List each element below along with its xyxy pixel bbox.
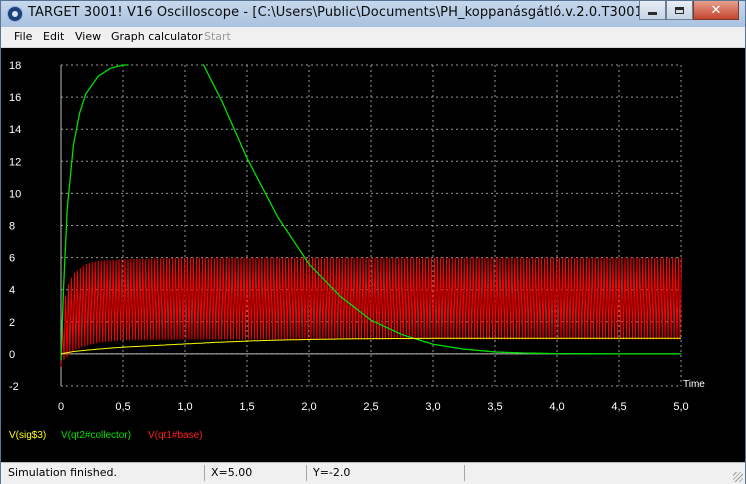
menu-bar: File Edit View Graph calculator Start	[1, 27, 745, 48]
x-tick-label: 4,0	[549, 401, 564, 413]
chart-svg[interactable]: 18 16 14 12 10 8 6 4 2 0 -2 0 0,5 1,0 1,5 2,0 2,5 3,0 3,5…	[1, 48, 745, 463]
minimize-icon	[648, 11, 657, 15]
y-tick-label: 4	[9, 285, 15, 297]
x-tick-label: 1,0	[177, 401, 192, 413]
menu-graph-calculator[interactable]: Graph calculator	[111, 30, 202, 43]
y-tick-label: 12	[9, 156, 21, 168]
legend-sig: V(sig$3)	[9, 430, 46, 441]
maximize-icon	[675, 6, 684, 14]
x-tick-label: 3,0	[425, 401, 440, 413]
status-separator	[204, 465, 205, 481]
minimize-button[interactable]	[639, 1, 666, 20]
legend-base: V(qt1#base)	[148, 430, 202, 441]
y-tick-label: 0	[9, 349, 15, 361]
x-tick-label: 4,5	[611, 401, 626, 413]
y-tick-label: 8	[9, 221, 15, 233]
oscilloscope-window: TARGET 3001! V16 Oscilloscope - [C:\User…	[0, 0, 746, 484]
status-separator	[464, 465, 465, 481]
y-tick-label: 2	[9, 317, 15, 329]
menu-start: Start	[204, 30, 231, 43]
y-tick-label: 10	[9, 188, 21, 200]
close-icon: ✕	[710, 2, 722, 18]
x-tick-label: 0	[58, 401, 64, 413]
x-tick-label: 3,5	[487, 401, 502, 413]
x-tick-label: 5,0	[673, 401, 688, 413]
status-bar: Simulation finished. X=5.00 Y=-2.0	[1, 462, 745, 484]
title-bar[interactable]: TARGET 3001! V16 Oscilloscope - [C:\User…	[1, 1, 745, 27]
close-button[interactable]: ✕	[693, 1, 739, 20]
resize-grip-icon[interactable]	[733, 472, 743, 482]
y-tick-label: 6	[9, 253, 15, 265]
menu-edit[interactable]: Edit	[43, 30, 64, 43]
legend-collector: V(qt2#collector)	[61, 430, 131, 441]
maximize-button[interactable]	[666, 1, 693, 20]
x-tick-label: 2,0	[301, 401, 316, 413]
status-x-readout: X=5.00	[211, 466, 253, 479]
menu-file[interactable]: File	[14, 30, 32, 43]
x-axis-label: Time	[683, 379, 705, 390]
x-tick-label: 1,5	[239, 401, 254, 413]
app-icon	[7, 6, 23, 22]
status-message: Simulation finished.	[8, 466, 117, 479]
menu-view[interactable]: View	[75, 30, 101, 43]
x-tick-label: 2,5	[363, 401, 378, 413]
status-separator	[306, 465, 307, 481]
y-tick-label: 18	[9, 60, 21, 72]
y-tick-label: 16	[9, 92, 21, 104]
y-tick-label: -2	[9, 381, 19, 393]
x-tick-label: 0,5	[115, 401, 130, 413]
oscilloscope-plot[interactable]: 18 16 14 12 10 8 6 4 2 0 -2 0 0,5 1,0 1,5 2,0 2,5 3,0 3,5…	[1, 48, 745, 463]
window-title: TARGET 3001! V16 Oscilloscope - [C:\User…	[28, 5, 649, 20]
status-y-readout: Y=-2.0	[313, 466, 351, 479]
window-controls: ✕	[639, 1, 739, 21]
y-tick-label: 14	[9, 124, 21, 136]
